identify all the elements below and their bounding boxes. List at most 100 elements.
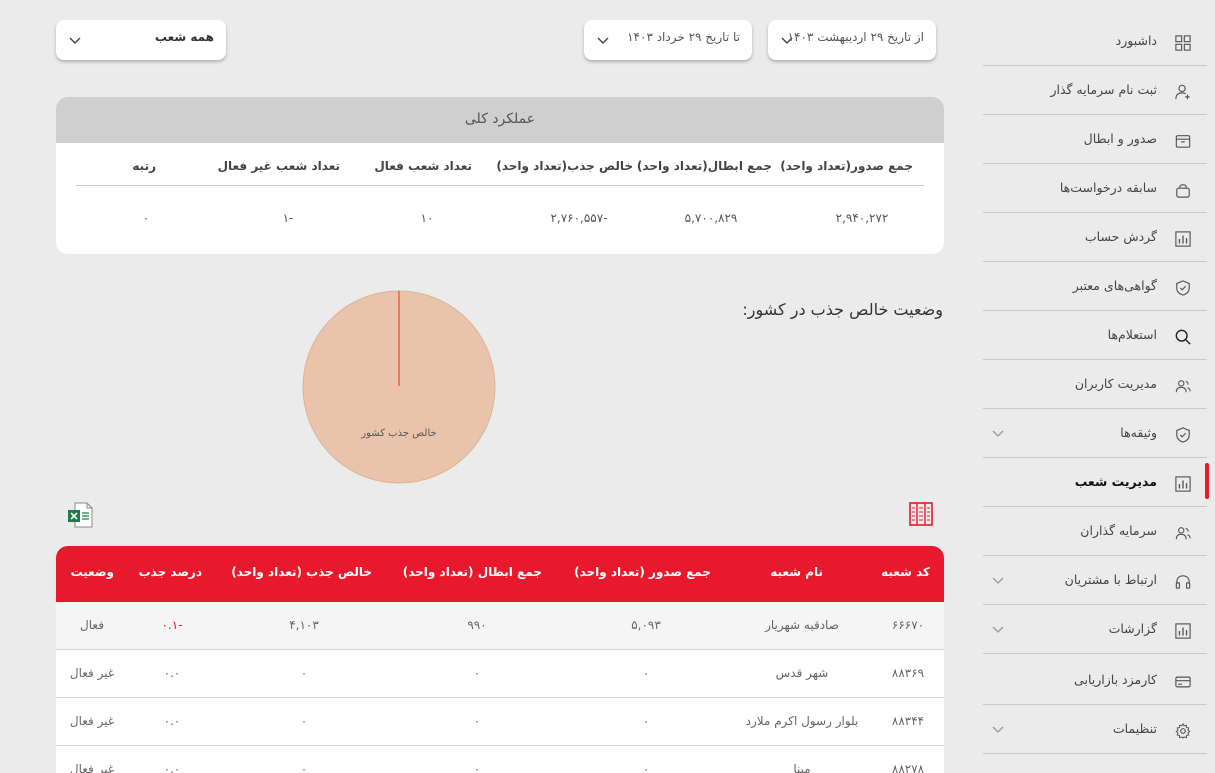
from-date-value: از تاریخ ۲۹ اردیبهشت ۱۴۰۳ <box>787 30 924 44</box>
sidebar-item-label: داشبورد <box>1115 33 1157 48</box>
table-column-header[interactable]: جمع صدور (تعداد واحد) <box>574 565 711 579</box>
table-cell-cancel: ۰ <box>473 666 481 680</box>
table-cell-code: ۸۸۲۷۸ <box>891 762 925 773</box>
sidebar-item-label: سابقه درخواست‌ها <box>1059 180 1157 195</box>
table-column-header[interactable]: وضعیت <box>71 565 114 579</box>
table-cell-cancel: ۰ <box>473 762 481 773</box>
overall-column-header: رتبه <box>132 159 156 173</box>
overall-value: ۵,۷۰۰,۸۲۹ <box>684 211 738 225</box>
table-cell-net: ۰ <box>300 666 308 680</box>
table-cell-percent: -۰.۱ <box>161 618 183 632</box>
sidebar-item-2[interactable]: صدور و ابطال <box>983 116 1207 164</box>
overall-column-header: جمع صدور(تعداد واحد) <box>780 159 913 173</box>
to-date-select[interactable]: تا تاریخ ۲۹ خرداد ۱۴۰۳ <box>584 20 752 60</box>
grid-icon <box>1174 34 1192 52</box>
pie-svg: خالص جذب کشور <box>302 290 496 484</box>
table-cell-code: ۸۸۳۴۴ <box>891 714 925 728</box>
sidebar-item-label: گزارشات <box>1108 621 1157 636</box>
table-row[interactable]: ۸۸۳۴۴ بلوار رسول اکرم ملارد ۰ ۰ ۰ ۰.۰ غیر فعال <box>56 698 944 746</box>
sidebar-item-label: کارمزد بازاریابی <box>1074 672 1157 687</box>
sidebar-item-6[interactable]: استعلام‌ها <box>983 312 1207 360</box>
overall-value: -۲,۷۶۰,۵۵۷ <box>550 211 608 225</box>
table-cell-name: مینا <box>793 762 811 773</box>
sidebar-item-4[interactable]: گردش حساب <box>983 214 1207 262</box>
sidebar-item-11[interactable]: ارتباط با مشتریان <box>983 557 1207 605</box>
sidebar-item-label: سرمایه گذاران <box>1080 523 1157 538</box>
table-cell-status: غیر فعال <box>69 714 115 728</box>
table-cell-code: ۶۶۶۷۰ <box>891 618 925 632</box>
table-cell-percent: ۰.۰ <box>163 666 181 680</box>
overall-column-header: تعداد شعب فعال <box>374 159 472 173</box>
sidebar-item-8[interactable]: وثیقه‌ها <box>983 410 1207 458</box>
table-row[interactable]: ۶۶۶۷۰ صادقیه شهریار ۵,۰۹۳ ۹۹۰ ۴,۱۰۳ -۰.۱ فعال <box>56 602 944 650</box>
table-cell-net: ۰ <box>300 762 308 773</box>
overall-value: -۱ <box>282 211 294 225</box>
overall-value: ۱۰ <box>420 211 434 225</box>
table-cell-cancel: ۰ <box>473 714 481 728</box>
card-icon <box>1174 673 1192 691</box>
chevron-down-icon <box>597 37 609 44</box>
branch-table-header: کد شعبه نام شعبه جمع صدور (تعداد واحد) جمع … <box>56 546 944 602</box>
sidebar-item-label: گواهی‌های معتبر <box>1072 278 1157 293</box>
table-row[interactable]: ۸۸۲۷۸ مینا ۰ ۰ ۰ ۰.۰ غیر فعال <box>56 746 944 773</box>
users-icon <box>1174 524 1192 542</box>
sidebar-item-12[interactable]: گزارشات <box>983 606 1207 654</box>
sidebar-item-13[interactable]: کارمزد بازاریابی <box>983 657 1207 705</box>
overall-column-header: جمع ابطال(تعداد واحد) <box>636 159 772 173</box>
headset-icon <box>1174 573 1192 591</box>
sidebar-item-label: وثیقه‌ها <box>1120 425 1157 440</box>
sidebar-item-14[interactable]: تنظیمات <box>983 706 1207 754</box>
table-cell-issue: ۰ <box>642 762 650 773</box>
chevron-down-icon <box>69 37 81 44</box>
sidebar-item-3[interactable]: سابقه درخواست‌ها <box>983 165 1207 213</box>
branch-table-body: ۶۶۶۷۰ صادقیه شهریار ۵,۰۹۳ ۹۹۰ ۴,۱۰۳ -۰.۱ فعال ۸… <box>56 602 944 773</box>
sidebar-item-label: ثبت نام سرمایه گذار <box>1050 82 1157 97</box>
user-add-icon <box>1174 83 1192 101</box>
to-date-value: تا تاریخ ۲۹ خرداد ۱۴۰۳ <box>627 30 740 44</box>
table-cell-net: ۰ <box>300 714 308 728</box>
table-cell-issue: ۰ <box>642 666 650 680</box>
sidebar-item-label: مدیریت شعب <box>1074 474 1157 489</box>
branch-value: همه شعب <box>154 30 214 44</box>
bag-icon <box>1174 181 1192 199</box>
sidebar-item-label: صدور و ابطال <box>1083 131 1157 146</box>
branch-select[interactable]: همه شعب <box>56 20 226 60</box>
users-icon <box>1174 377 1192 395</box>
from-date-select[interactable]: از تاریخ ۲۹ اردیبهشت ۱۴۰۳ <box>768 20 936 60</box>
bar-chart-icon <box>1174 230 1192 248</box>
table-cell-name: صادقیه شهریار <box>765 618 839 632</box>
table-column-header[interactable]: کد شعبه <box>881 565 930 579</box>
excel-export-icon[interactable] <box>66 501 94 529</box>
sidebar-item-9[interactable]: مدیریت شعب <box>983 459 1207 507</box>
table-row[interactable]: ۸۸۳۶۹ شهر قدس ۰ ۰ ۰ ۰.۰ غیر فعال <box>56 650 944 698</box>
pie-title: وضعیت خالص جذب در کشور: <box>742 300 943 319</box>
branch-table: کد شعبه نام شعبه جمع صدور (تعداد واحد) جمع … <box>56 546 944 773</box>
sidebar-item-1[interactable]: ثبت نام سرمایه گذار <box>983 67 1207 115</box>
table-column-header[interactable]: خالص جذب (تعداد واحد) <box>231 565 372 579</box>
chevron-down-icon <box>781 37 793 44</box>
sidebar-item-0[interactable]: داشبورد <box>983 18 1207 66</box>
sidebar-item-label: ارتباط با مشتریان <box>1064 572 1157 587</box>
sidebar-item-7[interactable]: مدیریت کاربران <box>983 361 1207 409</box>
table-column-header[interactable]: درصد جذب <box>139 565 202 579</box>
bar-chart-icon <box>1174 475 1192 493</box>
table-cell-status: فعال <box>80 618 104 632</box>
sidebar-item-5[interactable]: گواهی‌های معتبر <box>983 263 1207 311</box>
overall-performance-card: عملکرد کلی جمع صدور(تعداد واحد) جمع ابطال… <box>56 97 944 254</box>
sidebar-item-10[interactable]: سرمایه گذاران <box>983 508 1207 556</box>
table-cell-code: ۸۸۳۶۹ <box>891 666 925 680</box>
table-cell-status: غیر فعال <box>69 666 115 680</box>
pie-slice-label: خالص جذب کشور <box>360 428 436 439</box>
pie-chart: خالص جذب کشور <box>301 289 497 485</box>
overall-columns: جمع صدور(تعداد واحد) جمع ابطال(تعداد واحد… <box>76 159 924 186</box>
table-cell-status: غیر فعال <box>69 762 115 773</box>
overall-value: ۲,۹۴۰,۲۷۲ <box>835 211 889 225</box>
sidebar-item-label: مدیریت کاربران <box>1074 376 1157 391</box>
overall-title: عملکرد کلی <box>56 97 944 143</box>
overall-values: ۲,۹۴۰,۲۷۲ ۵,۷۰۰,۸۲۹ -۲,۷۶۰,۵۵۷ ۱۰ -۱ ۰ <box>76 211 924 231</box>
table-column-header[interactable]: نام شعبه <box>770 565 823 579</box>
shield-check-icon <box>1174 426 1192 444</box>
table-column-header[interactable]: جمع ابطال (تعداد واحد) <box>403 565 542 579</box>
box-icon <box>1174 132 1192 150</box>
columns-icon[interactable] <box>908 501 934 527</box>
